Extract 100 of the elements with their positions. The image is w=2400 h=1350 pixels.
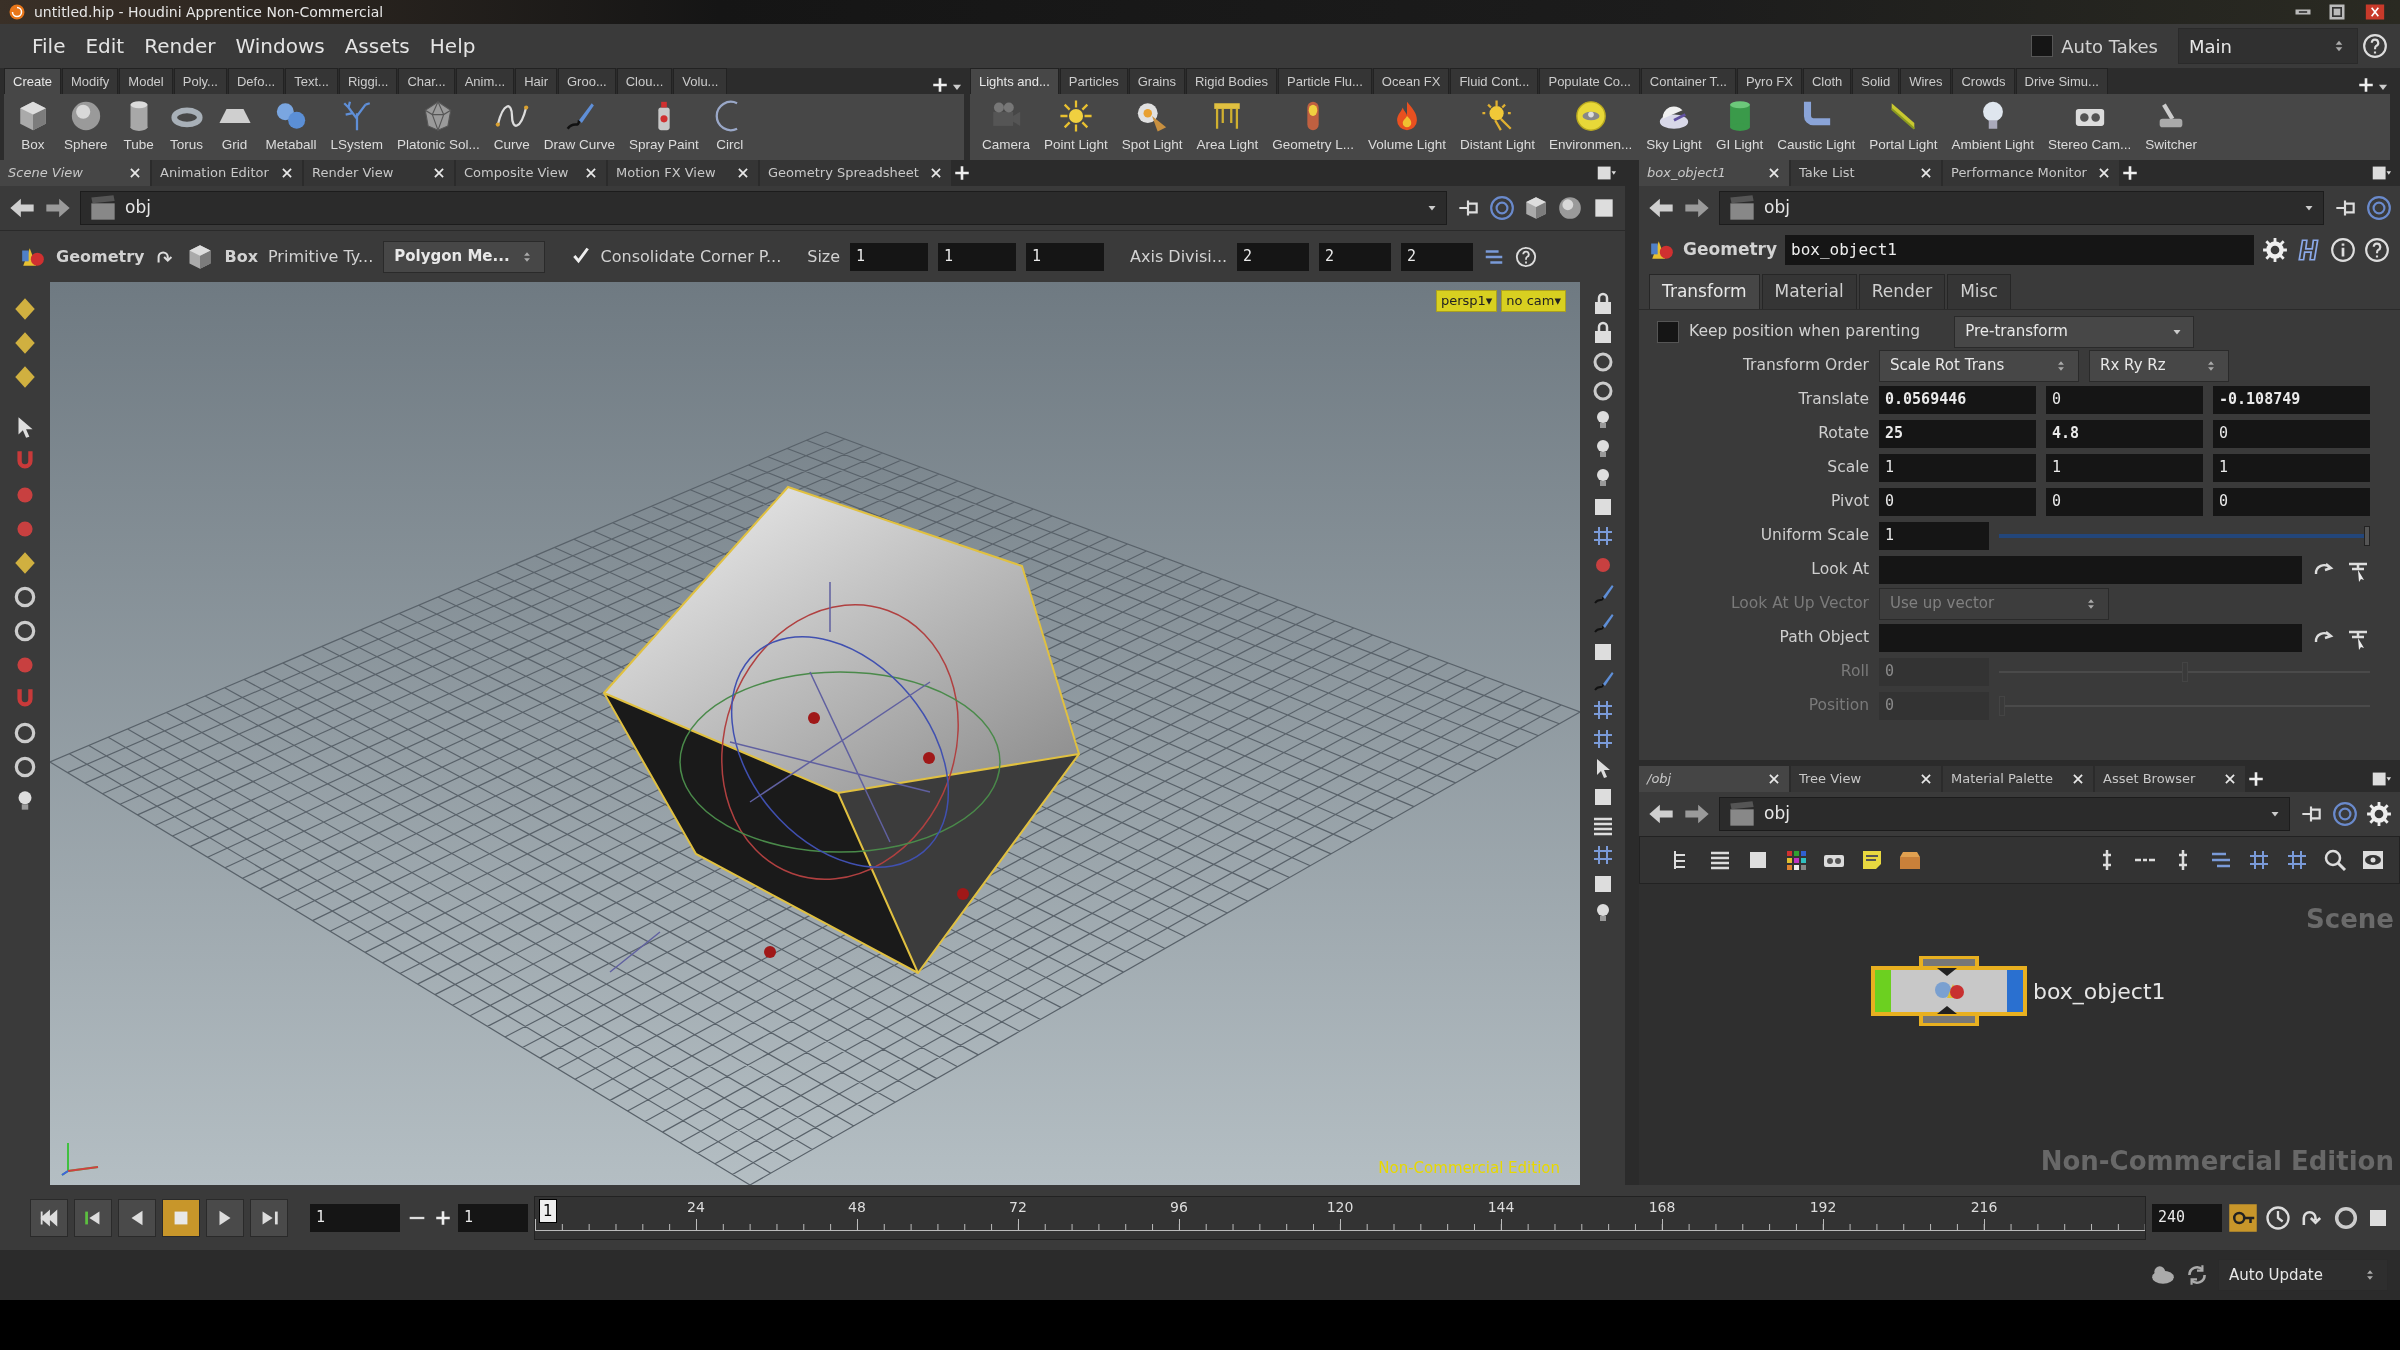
close-icon[interactable] bbox=[2071, 772, 2085, 786]
shelf-tool[interactable]: Camera bbox=[978, 96, 1034, 158]
value-field[interactable]: 0.0569446 bbox=[1879, 385, 2036, 414]
pane-tab[interactable]: Composite View bbox=[456, 160, 606, 186]
shelf-tool[interactable]: Area Light bbox=[1192, 96, 1263, 158]
palette-icon[interactable] bbox=[1784, 848, 1808, 872]
close-icon[interactable] bbox=[1919, 772, 1933, 786]
close-icon[interactable] bbox=[432, 166, 446, 180]
shelf-tool[interactable]: Caustic Light bbox=[1773, 96, 1860, 158]
ring-icon[interactable] bbox=[12, 720, 38, 746]
settings-icon[interactable] bbox=[2262, 237, 2288, 263]
shelf-tool[interactable]: Curve bbox=[489, 96, 534, 158]
shelf-tool[interactable]: Sky Light bbox=[1642, 96, 1706, 158]
checkbox[interactable] bbox=[1657, 320, 1679, 343]
menu-item[interactable]: File bbox=[24, 29, 74, 63]
sphere-icon[interactable] bbox=[1557, 195, 1583, 221]
menu-item[interactable]: Edit bbox=[77, 29, 133, 63]
shelf-tab[interactable]: Volu... bbox=[673, 67, 728, 94]
menu-item[interactable]: Render bbox=[136, 29, 224, 63]
close-icon[interactable] bbox=[280, 166, 294, 180]
ring-icon[interactable] bbox=[12, 584, 38, 610]
close-icon[interactable] bbox=[1767, 166, 1781, 180]
consolidate-checkbox[interactable]: Consolidate Corner P... bbox=[570, 244, 782, 269]
path-field[interactable] bbox=[1879, 555, 2302, 584]
note-icon[interactable] bbox=[1860, 848, 1884, 872]
shelf-tool[interactable]: Platonic Sol... bbox=[393, 96, 484, 158]
shelf-tab[interactable]: Lights and... bbox=[970, 67, 1059, 94]
grid-icon[interactable] bbox=[2247, 848, 2271, 872]
camera-menu[interactable]: persp1▾ bbox=[1435, 290, 1498, 312]
help-icon[interactable] bbox=[2362, 33, 2388, 59]
value-field[interactable]: 1 bbox=[2213, 453, 2370, 482]
add-tab-icon[interactable] bbox=[952, 164, 971, 182]
shelf-tab[interactable]: Riggi... bbox=[338, 67, 398, 94]
folder-tab[interactable]: Transform bbox=[1649, 274, 1760, 309]
network-node[interactable] bbox=[1869, 954, 2029, 1028]
shelf-tab[interactable]: Particle Flu... bbox=[1278, 67, 1372, 94]
shelf-tab[interactable]: Modify bbox=[62, 67, 119, 94]
add-tab-icon[interactable] bbox=[2120, 164, 2139, 182]
pane-tab[interactable]: Tree View bbox=[1791, 766, 1941, 792]
shelf-tab[interactable]: Char... bbox=[398, 67, 455, 94]
shelf-tab[interactable]: Grains bbox=[1128, 67, 1185, 94]
ring-icon[interactable] bbox=[12, 754, 38, 780]
timeline-ruler[interactable]: 1 24 48 72 96 120 144 168 192 216 bbox=[534, 1195, 2146, 1240]
target-icon[interactable] bbox=[1489, 195, 1515, 221]
shelf-tab[interactable]: Pyro FX bbox=[1736, 67, 1802, 94]
value-field[interactable]: 0 bbox=[2213, 487, 2370, 516]
shelf-tab[interactable]: Particles bbox=[1059, 67, 1128, 94]
shelf-tool[interactable]: Distant Light bbox=[1456, 96, 1540, 158]
shelf-tab[interactable]: Ocean FX bbox=[1372, 67, 1450, 94]
step-back-button[interactable] bbox=[74, 1198, 112, 1237]
size-field[interactable]: 1 bbox=[938, 242, 1017, 271]
size-field[interactable]: 1 bbox=[1026, 242, 1105, 271]
add-tab-icon[interactable] bbox=[931, 76, 949, 94]
add-tab-icon[interactable] bbox=[2247, 770, 2265, 788]
menu-item[interactable]: Help bbox=[421, 29, 484, 63]
shelf-tab[interactable]: Poly... bbox=[173, 67, 227, 94]
target-icon[interactable] bbox=[2366, 195, 2392, 221]
info-icon[interactable] bbox=[2330, 237, 2356, 263]
shelf-tool[interactable]: Portal Light bbox=[1865, 96, 1942, 158]
close-icon[interactable] bbox=[128, 166, 142, 180]
primitive-type-menu[interactable]: Polygon Me... bbox=[383, 240, 545, 273]
shelf-tool[interactable]: Circl bbox=[708, 96, 751, 158]
shelf-tool[interactable]: Box bbox=[12, 96, 54, 158]
key-icon[interactable] bbox=[2228, 1202, 2258, 1233]
play-button[interactable] bbox=[206, 1198, 244, 1237]
shelf-tab[interactable]: Solid bbox=[1852, 67, 1900, 94]
value-field[interactable]: 0 bbox=[2046, 385, 2203, 414]
shelf-tab[interactable]: Drive Simu... bbox=[2015, 67, 2108, 94]
folder-tab[interactable]: Material bbox=[1761, 274, 1857, 309]
close-icon[interactable] bbox=[928, 166, 943, 180]
end-frame-field[interactable]: 240 bbox=[2152, 1203, 2222, 1232]
close-icon[interactable] bbox=[1919, 166, 1933, 180]
shelf-tool[interactable]: Stereo Cam... bbox=[2044, 96, 2136, 158]
cube-icon[interactable] bbox=[1523, 195, 1549, 221]
shelf-tool[interactable]: Ambient Light bbox=[1947, 96, 2039, 158]
shelf-tool[interactable]: Spot Light bbox=[1117, 96, 1187, 158]
pane-tab[interactable]: Performance Monitor bbox=[1943, 160, 2119, 186]
parameter-menu[interactable]: Scale Rot Trans bbox=[1879, 349, 2079, 382]
folder-tab[interactable]: Misc bbox=[1947, 274, 2011, 309]
shelf-tab[interactable]: Wires bbox=[1900, 67, 1952, 94]
add-tab-icon[interactable] bbox=[2357, 76, 2375, 94]
path-field[interactable]: obj bbox=[80, 191, 1447, 225]
pane-tab[interactable]: Geometry Spreadsheet bbox=[760, 160, 951, 186]
shelf-tool[interactable]: GI Light bbox=[1711, 96, 1768, 158]
shelf-tool[interactable]: Volume Light bbox=[1363, 96, 1450, 158]
folder-tab[interactable]: Render bbox=[1858, 274, 1946, 309]
value-field[interactable]: 1 bbox=[1879, 453, 2036, 482]
shelf-tool[interactable]: LSystem bbox=[326, 96, 388, 158]
pane-tab[interactable]: Render View bbox=[304, 160, 454, 186]
divisions-field[interactable]: 2 bbox=[1401, 242, 1474, 271]
search-icon[interactable] bbox=[2323, 848, 2347, 872]
close-icon[interactable] bbox=[736, 166, 750, 180]
node-name-field[interactable]: box_object1 bbox=[1785, 235, 2254, 265]
letter-h-icon[interactable] bbox=[2296, 237, 2322, 263]
shelf-tab[interactable]: Anim... bbox=[455, 67, 515, 94]
take-menu[interactable]: Main bbox=[2178, 28, 2358, 64]
pane-tab[interactable]: Scene View bbox=[0, 160, 150, 186]
slider-track[interactable] bbox=[1999, 525, 2370, 546]
size-field[interactable]: 1 bbox=[850, 242, 929, 271]
menu-item[interactable]: Windows bbox=[227, 29, 333, 63]
